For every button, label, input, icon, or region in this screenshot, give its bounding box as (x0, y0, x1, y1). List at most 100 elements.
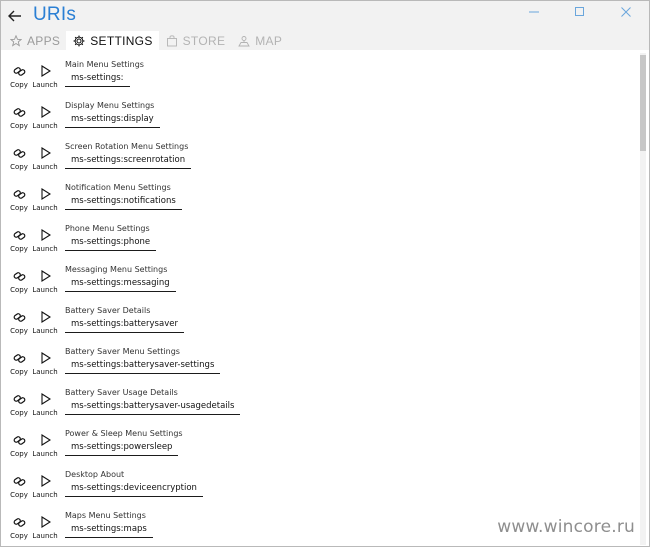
launch-label: Launch (32, 368, 58, 376)
launch-button[interactable]: Launch (30, 392, 60, 422)
launch-button[interactable]: Launch (30, 187, 60, 217)
list-item: Copy Launch Power & Sleep Menu Settings … (1, 419, 631, 460)
copy-label: Copy (10, 450, 28, 458)
copy-label: Copy (10, 81, 28, 89)
launch-button[interactable]: Launch (30, 433, 60, 463)
tab-apps[interactable]: APPS (3, 31, 66, 50)
app-title: URIs (33, 4, 77, 25)
map-icon (237, 34, 251, 48)
launch-button[interactable]: Launch (30, 105, 60, 135)
star-icon (9, 34, 23, 48)
launch-button[interactable]: Launch (30, 64, 60, 94)
list-item: Copy Launch Battery Saver Usage Details … (1, 378, 631, 419)
item-title: Battery Saver Usage Details (65, 388, 178, 397)
uri-field[interactable]: ms-settings:maps (65, 523, 153, 538)
launch-label: Launch (32, 122, 58, 130)
copy-label: Copy (10, 122, 28, 130)
copy-label: Copy (10, 409, 28, 417)
tab-store-label: STORE (182, 33, 226, 48)
launch-label: Launch (32, 286, 58, 294)
launch-button[interactable]: Launch (30, 146, 60, 176)
uri-field[interactable]: ms-settings: (65, 72, 130, 87)
link-icon (12, 146, 26, 160)
scrollbar-thumb[interactable] (640, 55, 646, 151)
play-icon (38, 269, 52, 283)
item-title: Maps Menu Settings (65, 511, 146, 520)
launch-label: Launch (32, 81, 58, 89)
list-item: Copy Launch Desktop About ms-settings:de… (1, 460, 631, 501)
link-icon (12, 269, 26, 283)
launch-label: Launch (32, 327, 58, 335)
settings-uri-list: Copy Launch Main Menu Settings ms-settin… (1, 50, 635, 546)
list-item: Copy Launch Screen Rotation Menu Setting… (1, 132, 631, 173)
play-icon (38, 474, 52, 488)
uri-field[interactable]: ms-settings:phone (65, 236, 157, 251)
launch-button[interactable]: Launch (30, 310, 60, 340)
launch-button[interactable]: Launch (30, 515, 60, 545)
link-icon (12, 64, 26, 78)
tab-store[interactable]: STORE (159, 31, 232, 50)
launch-button[interactable]: Launch (30, 474, 60, 504)
uri-field[interactable]: ms-settings:messaging (65, 277, 176, 292)
list-item: Copy Launch Phone Menu Settings ms-setti… (1, 214, 631, 255)
launch-button[interactable]: Launch (30, 269, 60, 299)
item-title: Power & Sleep Menu Settings (65, 429, 183, 438)
play-icon (38, 392, 52, 406)
copy-label: Copy (10, 163, 28, 171)
tab-settings[interactable]: SETTINGS (66, 31, 159, 50)
tab-bar: APPS SETTINGS STORE MAP (1, 31, 649, 50)
list-item: Copy Launch Messaging Menu Settings ms-s… (1, 255, 631, 296)
tab-map-label: MAP (255, 33, 283, 48)
close-button[interactable] (603, 1, 649, 23)
list-item: Copy Launch Battery Saver Details ms-set… (1, 296, 631, 337)
uri-field[interactable]: ms-settings:batterysaver-usagedetails (65, 400, 241, 415)
list-item: Copy Launch Display Menu Settings ms-set… (1, 91, 631, 132)
uri-field[interactable]: ms-settings:notifications (65, 195, 182, 210)
item-title: Messaging Menu Settings (65, 265, 168, 274)
play-icon (38, 433, 52, 447)
copy-label: Copy (10, 327, 28, 335)
minimize-button[interactable] (511, 1, 557, 23)
list-item: Copy Launch Notification Menu Settings m… (1, 173, 631, 214)
link-icon (12, 187, 26, 201)
play-icon (38, 310, 52, 324)
title-bar: URIs (1, 1, 649, 31)
copy-label: Copy (10, 368, 28, 376)
copy-label: Copy (10, 286, 28, 294)
item-title: Desktop About (65, 470, 125, 479)
copy-label: Copy (10, 532, 28, 540)
play-icon (38, 228, 52, 242)
uri-field[interactable]: ms-settings:batterysaver (65, 318, 184, 333)
copy-label: Copy (10, 491, 28, 499)
tab-map[interactable]: MAP (231, 31, 288, 50)
item-title: Phone Menu Settings (65, 224, 150, 233)
link-icon (12, 433, 26, 447)
link-icon (12, 474, 26, 488)
launch-button[interactable]: Launch (30, 351, 60, 381)
launch-label: Launch (32, 163, 58, 171)
close-icon (621, 7, 631, 17)
item-title: Battery Saver Menu Settings (65, 347, 180, 356)
launch-label: Launch (32, 204, 58, 212)
back-arrow-icon (8, 10, 21, 22)
back-button[interactable] (1, 1, 29, 31)
maximize-button[interactable] (557, 1, 603, 23)
uri-field[interactable]: ms-settings:batterysaver-settings (65, 359, 221, 374)
uri-field[interactable]: ms-settings:screenrotation (65, 154, 192, 169)
link-icon (12, 515, 26, 529)
gear-icon (72, 34, 86, 48)
vertical-scrollbar[interactable] (640, 53, 646, 545)
launch-button[interactable]: Launch (30, 228, 60, 258)
watermark: www.wincore.ru (497, 517, 635, 537)
minimize-icon (529, 11, 539, 13)
list-item: Copy Launch Main Menu Settings ms-settin… (1, 50, 631, 91)
uri-field[interactable]: ms-settings:deviceencryption (65, 482, 203, 497)
uri-field[interactable]: ms-settings:display (65, 113, 160, 128)
tab-settings-label: SETTINGS (90, 33, 153, 48)
launch-label: Launch (32, 491, 58, 499)
store-icon (165, 34, 179, 48)
link-icon (12, 310, 26, 324)
uri-field[interactable]: ms-settings:powersleep (65, 441, 179, 456)
link-icon (12, 392, 26, 406)
item-title: Screen Rotation Menu Settings (65, 142, 189, 151)
